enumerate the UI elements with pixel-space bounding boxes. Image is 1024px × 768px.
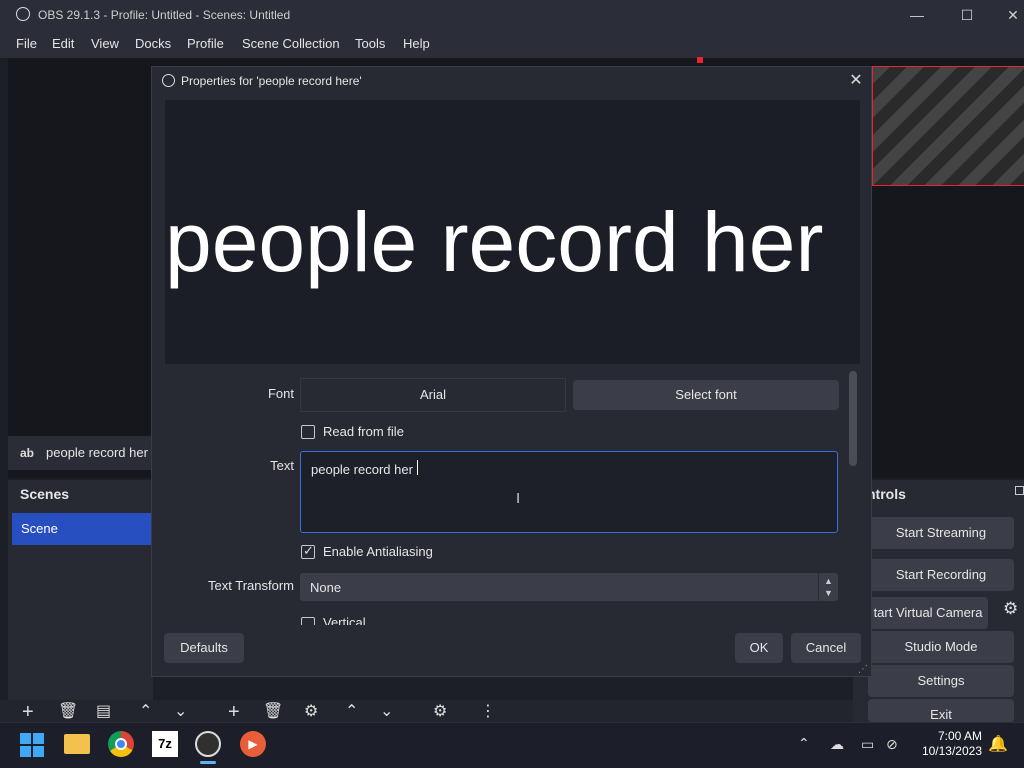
audio-settings-icon[interactable]: ⚙: [433, 704, 447, 720]
virtual-camera-settings-icon[interactable]: ⚙: [1003, 599, 1024, 627]
notification-bell-icon[interactable]: 🔔: [988, 734, 1008, 754]
menu-docks[interactable]: Docks: [135, 36, 171, 51]
taskbar-clock[interactable]: 7:00 AM 10/13/2023: [910, 729, 982, 759]
move-source-down-icon[interactable]: ⌄: [380, 704, 393, 720]
start-virtual-camera-button[interactable]: tart Virtual Camera: [868, 597, 988, 629]
windows-start-icon[interactable]: [20, 733, 44, 757]
dialog-title-bar: Properties for 'people record here' ✕: [152, 67, 871, 95]
menu-profile[interactable]: Profile: [187, 36, 224, 51]
menu-file[interactable]: File: [16, 36, 37, 51]
audio-menu-icon[interactable]: ⋮: [480, 704, 496, 720]
source-handle[interactable]: [697, 57, 703, 63]
ibeam-cursor-icon: I: [516, 490, 521, 507]
menu-view[interactable]: View: [91, 36, 119, 51]
move-source-up-icon[interactable]: ⌃: [345, 704, 358, 720]
source-list-item[interactable]: ab people record her: [8, 436, 153, 470]
scenes-dock: Scenes Scene: [8, 480, 153, 705]
controls-header: ntrols: [867, 486, 906, 502]
menu-scene-collection[interactable]: Scene Collection: [242, 36, 340, 51]
dock-toolbars: [0, 700, 853, 722]
text-transform-value: None: [310, 580, 342, 595]
close-window-button[interactable]: ✕: [990, 4, 1024, 26]
selected-source-outline[interactable]: [872, 66, 1024, 186]
file-explorer-icon[interactable]: [64, 734, 90, 754]
obs-logo-icon: [162, 74, 175, 87]
active-app-indicator: [200, 761, 216, 764]
ok-button[interactable]: OK: [735, 633, 783, 663]
network-icon[interactable]: ▭: [861, 736, 874, 753]
start-recording-button[interactable]: Start Recording: [868, 559, 1014, 591]
text-transform-label: Text Transform: [208, 578, 294, 593]
remove-scene-icon[interactable]: 🗑: [58, 704, 78, 720]
source-properties-icon[interactable]: ⚙: [304, 704, 318, 720]
font-display: Arial: [300, 378, 566, 412]
move-scene-up-icon[interactable]: ⌃: [139, 704, 152, 720]
scene-list-item[interactable]: Scene: [12, 513, 153, 545]
start-streaming-button[interactable]: Start Streaming: [868, 517, 1014, 549]
menu-tools[interactable]: Tools: [355, 36, 385, 51]
resize-grip-icon[interactable]: ⋰: [858, 664, 868, 675]
select-arrows-icon: ▲ ▼: [818, 573, 838, 601]
text-source-icon: ab: [20, 446, 35, 460]
properties-scrollbar[interactable]: [849, 371, 857, 466]
vertical-label[interactable]: Vertical: [323, 617, 366, 625]
enable-antialiasing-label[interactable]: Enable Antialiasing: [323, 544, 433, 559]
move-scene-down-icon[interactable]: ⌄: [174, 704, 187, 720]
minimize-button[interactable]: —: [894, 4, 940, 26]
clock-date: 10/13/2023: [921, 744, 982, 758]
clock-time: 7:00 AM: [937, 729, 982, 743]
read-from-file-checkbox[interactable]: [301, 425, 315, 439]
clipped-row: Vertical: [152, 617, 871, 625]
window-title-bar: OBS 29.1.3 - Profile: Untitled - Scenes:…: [0, 0, 1024, 30]
select-font-button[interactable]: Select font: [573, 380, 839, 410]
obs-icon[interactable]: [195, 731, 221, 757]
settings-button[interactable]: Settings: [868, 665, 1014, 697]
scene-item-label: Scene: [21, 521, 58, 536]
window-title: OBS 29.1.3 - Profile: Untitled - Scenes:…: [38, 8, 291, 22]
dialog-close-button[interactable]: ✕: [844, 69, 868, 93]
cloud-sync-icon[interactable]: ☁: [830, 736, 844, 753]
exit-button[interactable]: Exit: [868, 699, 1014, 722]
show-hidden-icons-icon[interactable]: ⌃: [798, 735, 810, 752]
chrome-icon[interactable]: [108, 731, 134, 757]
preview-text: people record her: [165, 195, 824, 289]
maximize-button[interactable]: ☐: [944, 4, 990, 26]
7zip-icon[interactable]: 7z: [152, 731, 178, 757]
scene-filters-icon[interactable]: ▤: [96, 704, 111, 720]
dock-float-icon[interactable]: [1015, 486, 1024, 495]
remove-source-icon[interactable]: 🗑: [263, 704, 283, 720]
scenes-header: Scenes: [20, 486, 70, 502]
menu-bar: File Edit View Docks Profile Scene Colle…: [0, 30, 1024, 58]
add-scene-icon[interactable]: +: [22, 702, 34, 722]
text-caret: [417, 460, 418, 475]
defaults-button[interactable]: Defaults: [164, 633, 244, 663]
menu-edit[interactable]: Edit: [52, 36, 74, 51]
studio-mode-button[interactable]: Studio Mode: [868, 631, 1014, 663]
volume-muted-icon[interactable]: ⊘: [886, 736, 898, 753]
text-label: Text: [270, 458, 294, 473]
read-from-file-label[interactable]: Read from file: [323, 424, 404, 439]
source-name: people record her: [46, 445, 148, 460]
cancel-button[interactable]: Cancel: [791, 633, 861, 663]
dialog-title: Properties for 'people record here': [181, 74, 362, 88]
source-preview: people record her: [165, 100, 860, 364]
font-label: Font: [267, 386, 294, 401]
text-transform-select[interactable]: None ▲ ▼: [300, 573, 838, 601]
menu-help[interactable]: Help: [403, 36, 430, 51]
text-input[interactable]: people record her: [300, 451, 838, 533]
text-input-value: people record her: [311, 462, 413, 477]
vertical-checkbox[interactable]: [301, 617, 315, 625]
media-player-icon[interactable]: ▶: [240, 731, 266, 757]
properties-dialog: Properties for 'people record here' ✕ pe…: [151, 66, 872, 677]
obs-logo-icon: [16, 7, 30, 21]
enable-antialiasing-checkbox[interactable]: [301, 543, 315, 559]
add-source-icon[interactable]: +: [228, 702, 240, 722]
